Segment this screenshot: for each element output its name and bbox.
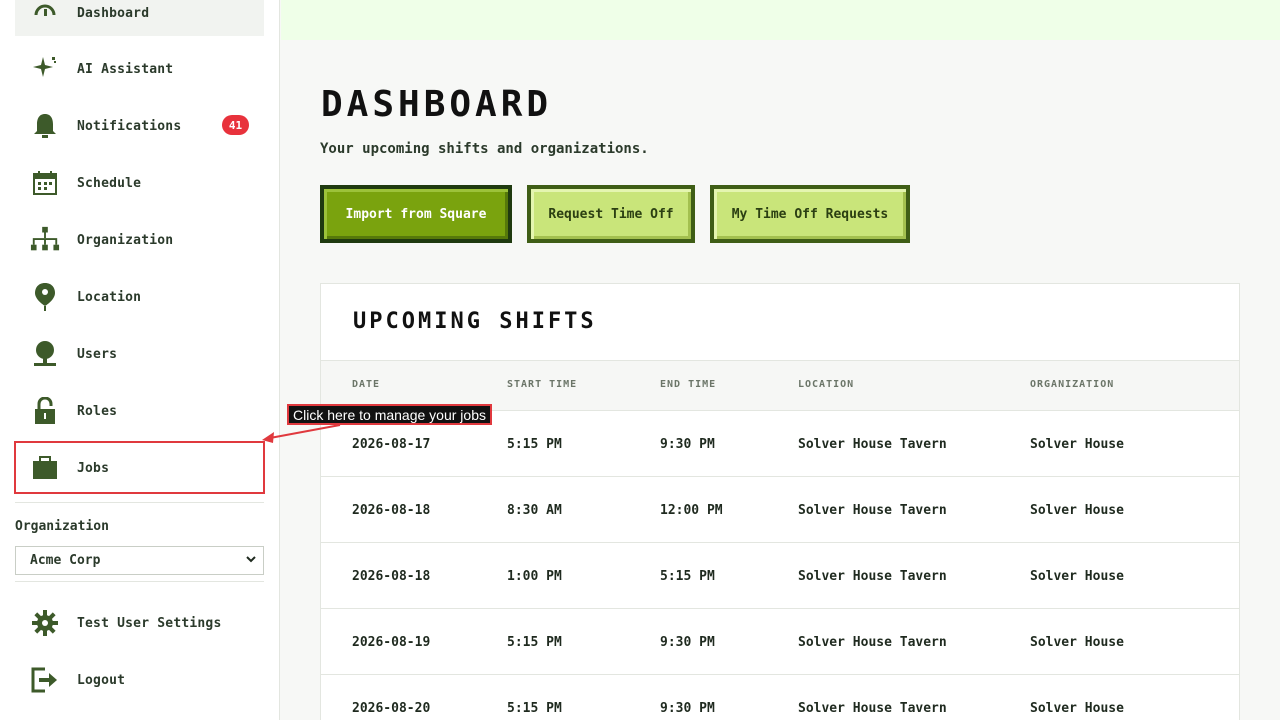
request-time-off-button[interactable]: Request Time Off xyxy=(527,185,695,243)
jobs-tooltip: Click here to manage your jobs xyxy=(287,404,492,425)
sidebar-item-label: Location xyxy=(77,289,142,305)
sidebar-item-label: AI Assistant xyxy=(77,61,174,77)
sidebar-item-label: Notifications xyxy=(77,118,182,134)
organization-select-value: Acme Corp xyxy=(30,553,101,568)
my-time-off-requests-button[interactable]: My Time Off Requests xyxy=(710,185,910,243)
column-header-location: LOCATION xyxy=(798,379,855,390)
sparkle-icon xyxy=(30,54,60,84)
sidebar-item-label: Dashboard xyxy=(77,5,150,21)
column-header-start-time: START TIME xyxy=(507,379,578,390)
cell-location: Solver House Tavern xyxy=(798,701,947,716)
cell-date: 2026-08-18 xyxy=(352,569,431,584)
cell-location: Solver House Tavern xyxy=(798,635,947,650)
cell-date: 2026-08-19 xyxy=(352,635,431,650)
map-pin-icon xyxy=(30,282,60,312)
card-title: UPCOMING SHIFTS xyxy=(353,309,597,334)
calendar-icon xyxy=(30,168,60,198)
top-banner xyxy=(281,0,1280,40)
divider xyxy=(15,502,264,503)
column-header-end-time: END TIME xyxy=(660,379,717,390)
column-header-date: DATE xyxy=(352,379,381,390)
table-row: 2026-08-18 1:00 PM 5:15 PM Solver House … xyxy=(321,543,1239,609)
user-icon xyxy=(30,339,60,369)
cell-location: Solver House Tavern xyxy=(798,569,947,584)
cell-end-time: 5:15 PM xyxy=(660,569,715,584)
cell-organization: Solver House xyxy=(1030,569,1124,584)
sidebar-item-ai-assistant[interactable]: AI Assistant xyxy=(15,46,264,92)
table-row: 2026-08-19 5:15 PM 9:30 PM Solver House … xyxy=(321,609,1239,675)
cell-end-time: 9:30 PM xyxy=(660,437,715,452)
cell-organization: Solver House xyxy=(1030,635,1124,650)
bell-icon xyxy=(30,111,60,141)
cell-location: Solver House Tavern xyxy=(798,503,947,518)
cell-start-time: 1:00 PM xyxy=(507,569,562,584)
sidebar-item-label: Test User Settings xyxy=(77,615,222,631)
sidebar: Dashboard AI Assistant Notifications 41 … xyxy=(0,0,280,720)
sidebar-item-test-user-settings[interactable]: Test User Settings xyxy=(15,600,264,646)
org-chart-icon xyxy=(30,225,60,255)
sidebar-item-schedule[interactable]: Schedule xyxy=(15,160,264,206)
cell-location: Solver House Tavern xyxy=(798,437,947,452)
sidebar-item-label: Users xyxy=(77,346,118,362)
sidebar-item-label: Roles xyxy=(77,403,118,419)
sidebar-item-location[interactable]: Location xyxy=(15,274,264,320)
lock-icon xyxy=(30,396,60,426)
sidebar-item-dashboard[interactable]: Dashboard xyxy=(15,0,264,36)
chevron-down-icon xyxy=(245,553,257,569)
sidebar-item-roles[interactable]: Roles xyxy=(15,388,264,434)
table-row: 2026-08-20 5:15 PM 9:30 PM Solver House … xyxy=(321,675,1239,720)
sidebar-item-users[interactable]: Users xyxy=(15,331,264,377)
upcoming-shifts-card: UPCOMING SHIFTS DATE START TIME END TIME… xyxy=(320,283,1240,720)
cell-date: 2026-08-18 xyxy=(352,503,431,518)
logout-icon xyxy=(30,665,60,695)
divider xyxy=(15,581,264,582)
sidebar-item-logout[interactable]: Logout xyxy=(15,657,264,703)
page-subtitle: Your upcoming shifts and organizations. xyxy=(320,141,649,157)
cell-organization: Solver House xyxy=(1030,437,1124,452)
sidebar-item-organization[interactable]: Organization xyxy=(15,217,264,263)
cell-organization: Solver House xyxy=(1030,701,1124,716)
cell-start-time: 5:15 PM xyxy=(507,437,562,452)
cell-end-time: 9:30 PM xyxy=(660,635,715,650)
column-header-organization: ORGANIZATION xyxy=(1030,379,1115,390)
page-title: DASHBOARD xyxy=(321,84,553,125)
cell-end-time: 9:30 PM xyxy=(660,701,715,716)
cell-start-time: 5:15 PM xyxy=(507,701,562,716)
dashboard-icon xyxy=(30,0,60,28)
cell-date: 2026-08-20 xyxy=(352,701,431,716)
import-from-square-button[interactable]: Import from Square xyxy=(320,185,512,243)
cell-end-time: 12:00 PM xyxy=(660,503,723,518)
sidebar-item-label: Logout xyxy=(77,672,126,688)
organization-label: Organization xyxy=(15,519,109,534)
cell-start-time: 8:30 AM xyxy=(507,503,562,518)
table-row: 2026-08-18 8:30 AM 12:00 PM Solver House… xyxy=(321,477,1239,543)
notification-count-badge: 41 xyxy=(222,115,249,135)
organization-select[interactable]: Acme Corp xyxy=(15,546,264,575)
cell-organization: Solver House xyxy=(1030,503,1124,518)
gear-icon xyxy=(30,608,60,638)
cell-start-time: 5:15 PM xyxy=(507,635,562,650)
sidebar-item-label: Schedule xyxy=(77,175,142,191)
jobs-highlight-box xyxy=(14,441,265,494)
sidebar-item-notifications[interactable]: Notifications 41 xyxy=(15,103,264,149)
cell-date: 2026-08-17 xyxy=(352,437,431,452)
sidebar-item-label: Organization xyxy=(77,232,174,248)
